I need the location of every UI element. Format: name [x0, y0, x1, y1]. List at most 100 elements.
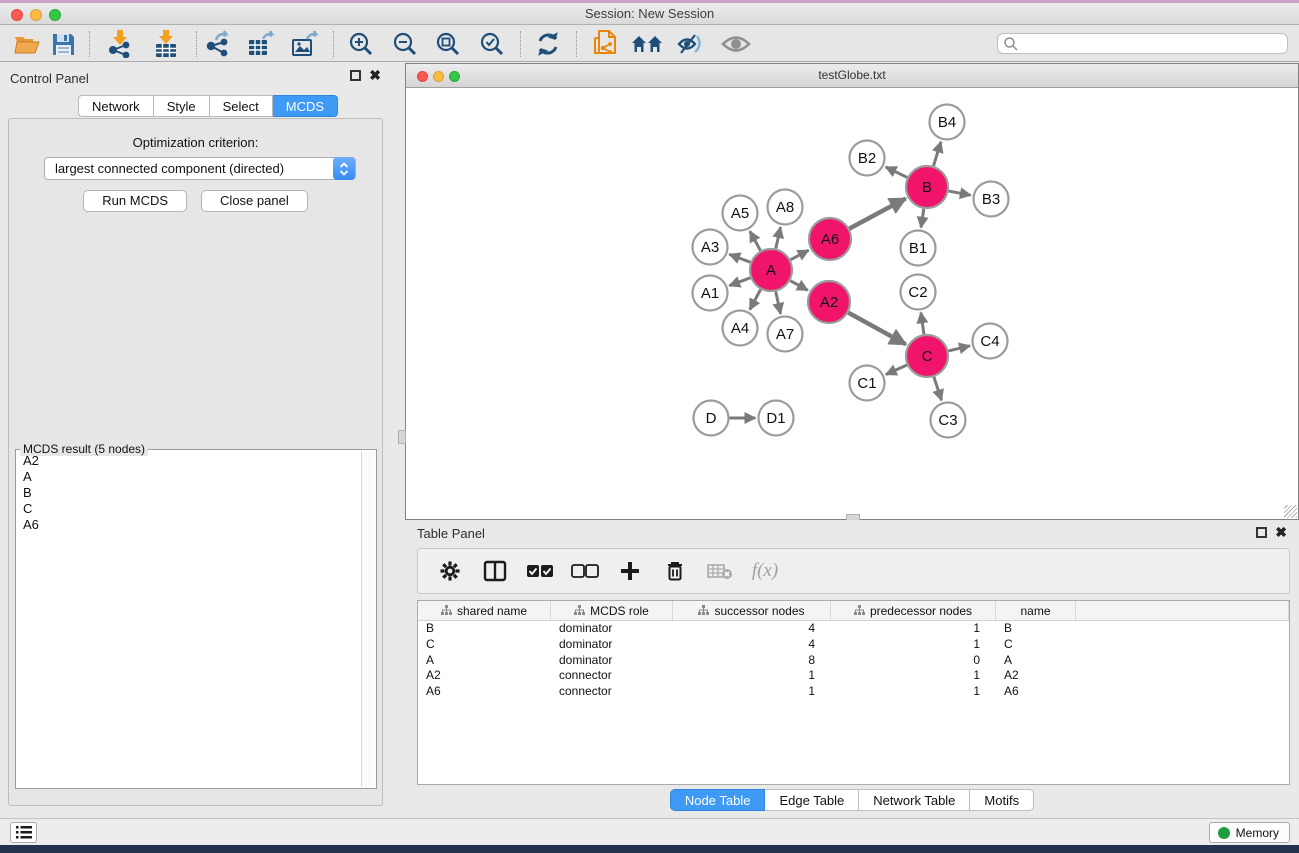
save-icon[interactable] [46, 30, 80, 58]
deselect-all-icon[interactable] [571, 564, 599, 578]
column-header-predecessor-nodes[interactable]: predecessor nodes [831, 601, 996, 620]
graph-node-C3[interactable]: C3 [931, 403, 966, 438]
columns-icon[interactable] [481, 560, 509, 582]
table-cell[interactable]: connector [551, 668, 673, 684]
zoom-in-icon[interactable] [344, 30, 378, 58]
graph-edge-A-A6[interactable] [790, 250, 808, 260]
export-table-icon[interactable] [244, 30, 278, 58]
search-field[interactable] [997, 33, 1288, 54]
table-header-row[interactable]: shared nameMCDS rolesuccessor nodesprede… [418, 601, 1289, 621]
graph-node-A2[interactable]: A2 [808, 281, 850, 323]
show-hide-graphics-icon[interactable] [673, 30, 707, 58]
graph-node-A5[interactable]: A5 [723, 196, 758, 231]
graph-node-A[interactable]: A [750, 249, 792, 291]
graph-node-A3[interactable]: A3 [693, 230, 728, 265]
table-cell[interactable]: 0 [831, 653, 996, 669]
column-header-name[interactable]: name [996, 601, 1076, 620]
table-cell[interactable]: B [996, 621, 1076, 637]
eye-icon[interactable] [719, 30, 753, 58]
table-row[interactable]: A6connector11A6 [418, 684, 1289, 700]
mcds-result-item[interactable]: A2 [17, 453, 361, 469]
table-cell[interactable]: A2 [996, 668, 1076, 684]
table-cell[interactable]: A6 [418, 684, 551, 700]
close-panel-icon[interactable]: ✖ [369, 70, 381, 81]
graph-node-C4[interactable]: C4 [973, 324, 1008, 359]
close-panel-icon[interactable]: ✖ [1275, 527, 1287, 538]
delete-table-icon[interactable] [706, 562, 734, 580]
table-cell[interactable]: A [418, 653, 551, 669]
task-history-button[interactable] [10, 822, 37, 843]
float-panel-icon[interactable] [1256, 527, 1267, 538]
tab-motifs[interactable]: Motifs [970, 789, 1034, 811]
graph-edge-B-B2[interactable] [886, 167, 908, 177]
table-cell[interactable]: C [996, 637, 1076, 653]
column-header-shared-name[interactable]: shared name [418, 601, 551, 620]
table-cell[interactable]: 1 [673, 668, 831, 684]
graph-node-D1[interactable]: D1 [759, 401, 794, 436]
splitter-handle-left[interactable] [398, 430, 406, 444]
table-cell[interactable]: 4 [673, 621, 831, 637]
graph-edge-A-A3[interactable] [729, 254, 750, 262]
graph-node-A8[interactable]: A8 [768, 190, 803, 225]
graph-node-C[interactable]: C [906, 335, 948, 377]
import-table-icon[interactable] [149, 30, 183, 58]
optimization-criterion-select[interactable]: largest connected component (directed) [44, 157, 356, 180]
table-cell[interactable]: C [418, 637, 551, 653]
graph-node-B1[interactable]: B1 [901, 231, 936, 266]
window-resize-grip[interactable] [1284, 505, 1297, 518]
graph-edge-A2-C[interactable] [848, 313, 906, 345]
network-document-icon[interactable] [588, 30, 622, 58]
table-row[interactable]: Adominator80A [418, 653, 1289, 669]
zoom-out-icon[interactable] [388, 30, 422, 58]
table-cell[interactable]: dominator [551, 621, 673, 637]
table-row[interactable]: A2connector11A2 [418, 668, 1289, 684]
column-header-successor-nodes[interactable]: successor nodes [673, 601, 831, 620]
graph-edge-A6-B[interactable] [849, 198, 905, 228]
close-panel-button[interactable]: Close panel [201, 190, 308, 212]
function-builder-icon[interactable]: f(x) [751, 560, 779, 582]
table-cell[interactable]: B [418, 621, 551, 637]
table-cell[interactable]: 4 [673, 637, 831, 653]
tab-select[interactable]: Select [210, 95, 273, 117]
network-canvas[interactable]: B4B2BB3A5A8A6A3B1AA1C2A2A4A7CC4C1C3DD1 [406, 89, 1298, 519]
tab-network-table[interactable]: Network Table [859, 789, 970, 811]
graph-edge-A-A7[interactable] [776, 291, 781, 313]
tab-node-table[interactable]: Node Table [670, 789, 766, 811]
graph-edge-A-A8[interactable] [776, 227, 781, 248]
delete-icon[interactable] [661, 560, 689, 582]
mcds-result-item[interactable]: B [17, 485, 361, 501]
zoom-selected-icon[interactable] [475, 30, 509, 58]
graph-edge-C-C4[interactable] [948, 346, 969, 351]
graph-node-A7[interactable]: A7 [768, 317, 803, 352]
add-column-icon[interactable] [616, 561, 644, 581]
graph-node-B4[interactable]: B4 [930, 105, 965, 140]
table-cell[interactable]: dominator [551, 653, 673, 669]
tab-mcds[interactable]: MCDS [273, 95, 338, 117]
graph-edge-A-A2[interactable] [790, 281, 808, 291]
network-window-titlebar[interactable]: testGlobe.txt [406, 64, 1298, 88]
graph-edge-A-A1[interactable] [729, 278, 750, 286]
graph-edge-C-C2[interactable] [921, 312, 924, 334]
graph-edge-A-A5[interactable] [750, 231, 761, 250]
refresh-icon[interactable] [531, 30, 565, 58]
graph-node-A6[interactable]: A6 [809, 218, 851, 260]
graph-edge-C-C1[interactable] [886, 365, 907, 374]
table-cell[interactable]: connector [551, 684, 673, 700]
mcds-result-item[interactable]: A [17, 469, 361, 485]
table-cell[interactable]: 1 [831, 621, 996, 637]
table-cell[interactable]: 1 [831, 684, 996, 700]
table-cell[interactable]: 8 [673, 653, 831, 669]
gear-icon[interactable] [436, 560, 464, 582]
mcds-result-scrollbar[interactable] [361, 451, 375, 787]
graph-node-C2[interactable]: C2 [901, 275, 936, 310]
table-cell[interactable]: A6 [996, 684, 1076, 700]
export-network-icon[interactable] [201, 30, 235, 58]
graph-node-D[interactable]: D [694, 401, 729, 436]
memory-button[interactable]: Memory [1209, 822, 1290, 843]
float-panel-icon[interactable] [350, 70, 361, 81]
tab-edge-table[interactable]: Edge Table [765, 789, 859, 811]
table-row[interactable]: Cdominator41C [418, 637, 1289, 653]
run-mcds-button[interactable]: Run MCDS [83, 190, 187, 212]
table-cell[interactable]: 1 [831, 637, 996, 653]
zoom-fit-icon[interactable] [431, 30, 465, 58]
